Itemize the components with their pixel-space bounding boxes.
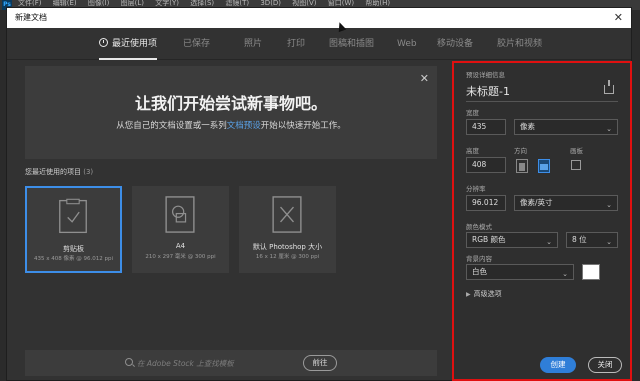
- name-underline: [466, 101, 618, 102]
- resolution-unit-value: 像素/英寸: [520, 198, 553, 207]
- landscape-shape: [540, 164, 548, 170]
- recent-heading-label: 您最近使用的项目: [25, 168, 81, 176]
- tab-art-illustration[interactable]: 图稿和插图: [329, 28, 374, 60]
- recent-item-meta: 16 x 12 厘米 @ 300 ppi: [255, 254, 320, 260]
- preset-category-tabs: 最近使用项 已保存 照片 打印 图稿和插图 Web 移动设备 胶片和视频: [7, 28, 631, 60]
- tab-recent[interactable]: 最近使用项: [99, 28, 158, 60]
- recent-item-a4[interactable]: A4 210 x 297 毫米 @ 300 ppi: [132, 186, 229, 273]
- chevron-down-icon: ⌄: [606, 201, 612, 209]
- recent-item-name: 剪贴板: [63, 245, 84, 253]
- recent-item-meta: 210 x 297 毫米 @ 300 ppi: [145, 254, 216, 260]
- recent-item-clipboard[interactable]: 剪贴板 435 x 408 像素 @ 96.012 ppi: [25, 186, 122, 273]
- tab-recent-label: 最近使用项: [112, 39, 158, 49]
- chevron-down-icon: ⌄: [546, 238, 552, 246]
- dialog-titlebar: 新建文档 ✕: [7, 8, 631, 28]
- advanced-options-label: 高级选项: [473, 290, 502, 298]
- document-brush-icon: [272, 196, 302, 233]
- welcome-banner: 让我们开始尝试新事物吧。 从您自己的文档设置或一系列文档预设开始以快速开始工作。…: [25, 66, 437, 159]
- save-preset-icon[interactable]: [604, 80, 614, 94]
- recent-item-name: A4: [175, 242, 186, 250]
- welcome-text: 从您自己的文档设置或一系列文档预设开始以快速开始工作。: [25, 119, 437, 131]
- dialog-title: 新建文档: [15, 13, 47, 22]
- search-icon: [125, 358, 133, 366]
- width-unit-select[interactable]: 像素 ⌄: [514, 119, 618, 135]
- recent-item-name: 默认 Photoshop 大小: [252, 243, 323, 251]
- welcome-title: 让我们开始尝试新事物吧。: [134, 94, 327, 113]
- background-label: 背景内容: [466, 255, 492, 263]
- recent-item-default-photoshop[interactable]: 默认 Photoshop 大小 16 x 12 厘米 @ 300 ppi: [239, 186, 336, 273]
- tab-saved[interactable]: 已保存: [183, 28, 210, 60]
- resolution-unit-select[interactable]: 像素/英寸 ⌄: [514, 195, 618, 211]
- bit-depth-select[interactable]: 8 位 ⌄: [566, 232, 618, 248]
- stock-search-bar: 前往: [25, 350, 437, 376]
- background-value: 白色: [472, 267, 487, 276]
- welcome-text-after: 开始以快速开始工作。: [260, 121, 346, 131]
- go-button[interactable]: 前往: [303, 355, 337, 371]
- create-button[interactable]: 创建: [540, 357, 576, 373]
- presets-area: 让我们开始尝试新事物吧。 从您自己的文档设置或一系列文档预设开始以快速开始工作。…: [25, 66, 437, 376]
- background-select[interactable]: 白色 ⌄: [466, 264, 574, 280]
- artboard-label: 画板: [570, 147, 583, 155]
- portrait-orientation-icon[interactable]: [516, 159, 528, 173]
- color-mode-value: RGB 颜色: [472, 235, 506, 244]
- dialog-close-icon[interactable]: ✕: [614, 8, 623, 28]
- height-label: 高度: [466, 147, 479, 155]
- close-button[interactable]: 关闭: [588, 357, 622, 373]
- tab-film-video[interactable]: 胶片和视频: [497, 28, 542, 60]
- new-document-dialog: 新建文档 ✕ 最近使用项 已保存 照片 打印 图稿和插图 Web 移动设备 胶片…: [6, 7, 632, 381]
- tab-active-underline: [99, 58, 158, 60]
- stock-search-input[interactable]: [137, 356, 287, 370]
- orientation-label: 方向: [514, 147, 527, 155]
- artboard-checkbox[interactable]: [571, 160, 581, 170]
- tab-mobile[interactable]: 移动设备: [437, 28, 473, 60]
- color-mode-label: 颜色模式: [466, 223, 492, 231]
- chevron-down-icon: ⌄: [606, 125, 612, 133]
- preset-details-panel: 预设详细信息 未标题-1 宽度 435 像素 ⌄ 高度 408 方向 画板 分辨…: [452, 61, 632, 381]
- recent-item-meta: 435 x 408 像素 @ 96.012 ppi: [34, 256, 113, 262]
- welcome-text-before: 从您自己的文档设置或一系列: [116, 121, 227, 131]
- banner-close-icon[interactable]: ✕: [420, 72, 429, 85]
- tab-web[interactable]: Web: [397, 28, 417, 60]
- width-unit-value: 像素: [520, 122, 535, 131]
- document-shapes-icon: [165, 196, 195, 233]
- chevron-down-icon: ⌄: [606, 238, 612, 246]
- portrait-shape: [519, 163, 525, 171]
- landscape-orientation-icon[interactable]: [538, 159, 550, 173]
- tab-print[interactable]: 打印: [287, 28, 305, 60]
- clipboard-icon: [58, 198, 88, 235]
- clock-icon: [99, 38, 108, 47]
- background-color-swatch[interactable]: [582, 264, 600, 280]
- advanced-options-toggle[interactable]: ▶ 高级选项: [466, 289, 502, 299]
- width-label: 宽度: [466, 109, 479, 117]
- width-input[interactable]: 435: [466, 119, 506, 135]
- document-presets-link[interactable]: 文档预设: [227, 121, 261, 131]
- chevron-right-icon: ▶: [466, 291, 471, 298]
- color-mode-select[interactable]: RGB 颜色 ⌄: [466, 232, 558, 248]
- tab-photo[interactable]: 照片: [244, 28, 262, 60]
- recent-count: (3): [83, 168, 94, 176]
- document-name-field[interactable]: 未标题-1: [466, 83, 510, 99]
- preset-details-label: 预设详细信息: [466, 71, 505, 79]
- chevron-down-icon: ⌄: [562, 270, 568, 278]
- height-input[interactable]: 408: [466, 157, 506, 173]
- resolution-input[interactable]: 96.012: [466, 195, 506, 211]
- resolution-label: 分辨率: [466, 185, 486, 193]
- bit-depth-value: 8 位: [572, 235, 587, 244]
- recent-heading: 您最近使用的项目 (3): [25, 167, 93, 177]
